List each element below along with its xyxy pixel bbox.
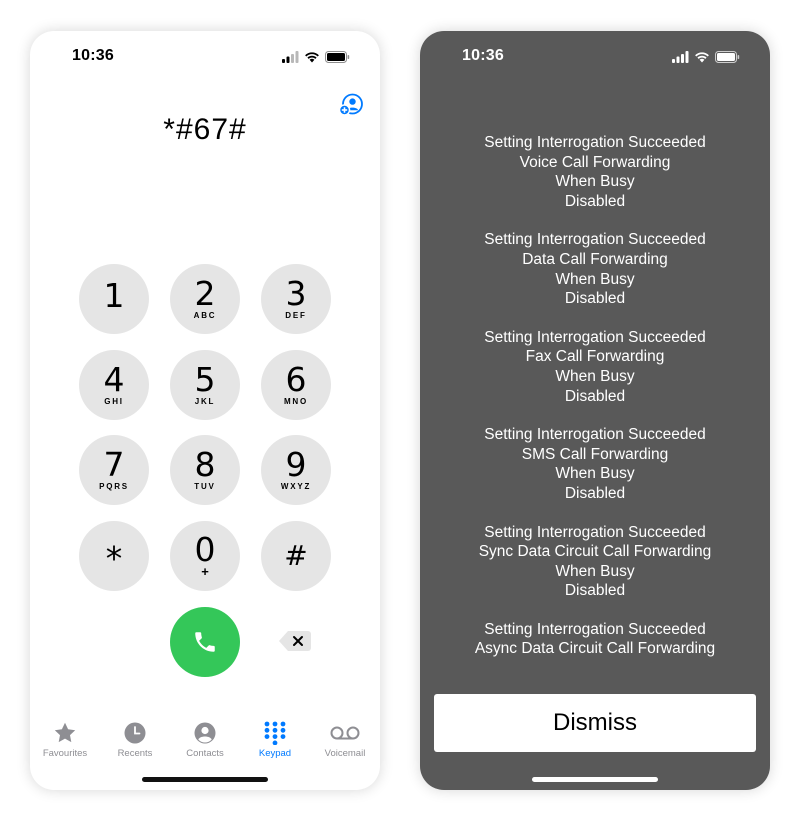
key-letters: GHI: [104, 397, 124, 406]
message-line: When Busy: [555, 465, 635, 483]
result-message: Setting Interrogation Succeeded Fax Call…: [420, 328, 770, 406]
wifi-icon: [305, 52, 319, 63]
message-line: SMS Call Forwarding: [521, 445, 669, 463]
key-digit: 6: [285, 360, 307, 399]
mmi-result-screen: 10:36 Setting Interrogation Succeeded Vo…: [420, 31, 770, 790]
result-message: Setting Interrogation Succeeded Voice Ca…: [420, 133, 770, 211]
key-4[interactable]: 4 GHI: [79, 350, 149, 420]
key-digit: 9: [285, 445, 307, 484]
key-letters: PQRS: [99, 482, 129, 491]
key-star[interactable]: *: [79, 521, 149, 591]
status-time: 10:36: [72, 47, 114, 64]
keypad-icon: [264, 721, 286, 745]
key-hash[interactable]: #: [261, 521, 331, 591]
message-line: Disabled: [564, 290, 626, 308]
message-line: Disabled: [564, 484, 626, 502]
message-line: Data Call Forwarding: [522, 250, 668, 268]
message-line: Async Data Circuit Call Forwarding: [474, 640, 716, 657]
key-letters: JKL: [194, 397, 216, 406]
message-line: Sync Data Circuit Call Forwarding: [478, 543, 712, 561]
key-letters: TUV: [194, 482, 216, 491]
dialed-number: *#67#: [163, 113, 247, 146]
wifi-icon: [695, 52, 709, 63]
key-7[interactable]: 7 PQRS: [79, 435, 149, 505]
message-line: Setting Interrogation Succeeded: [484, 523, 706, 541]
phone-icon: [195, 632, 215, 652]
key-digit: 2: [194, 274, 216, 313]
tab-contacts[interactable]: Contacts: [170, 721, 240, 759]
result-message: Setting Interrogation Succeeded Sync Dat…: [420, 523, 770, 601]
call-button[interactable]: [170, 607, 240, 677]
result-message-list[interactable]: Setting Interrogation Succeeded Voice Ca…: [420, 133, 770, 657]
message-line: Setting Interrogation Succeeded: [484, 328, 706, 346]
key-digit: 4: [103, 360, 125, 399]
message-line: When Busy: [555, 562, 635, 580]
key-0[interactable]: 0 +: [170, 521, 240, 591]
key-3[interactable]: 3 DEF: [261, 264, 331, 334]
status-icons: [282, 50, 350, 64]
result-message: Setting Interrogation Succeeded Data Cal…: [420, 230, 770, 308]
message-line: When Busy: [555, 173, 635, 191]
home-indicator[interactable]: [532, 777, 658, 782]
dismiss-button[interactable]: Dismiss: [434, 694, 756, 752]
message-line: When Busy: [555, 270, 635, 288]
message-line: Voice Call Forwarding: [519, 153, 671, 171]
battery-icon: [715, 51, 740, 63]
tab-keypad[interactable]: Keypad: [240, 721, 310, 759]
voicemail-icon: [330, 726, 360, 740]
key-digit: 3: [285, 274, 307, 313]
key-letters: DEF: [285, 311, 307, 320]
key-digit: 0: [194, 530, 216, 569]
message-line: Setting Interrogation Succeeded: [484, 231, 706, 249]
key-letters: ABC: [193, 311, 217, 320]
message-line: Setting Interrogation Succeeded: [484, 620, 706, 638]
key-8[interactable]: 8 TUV: [170, 435, 240, 505]
key-letters: WXYZ: [280, 482, 312, 491]
key-1[interactable]: 1: [79, 264, 149, 334]
tab-label: Keypad: [258, 748, 292, 759]
tab-label: Favourites: [42, 748, 88, 759]
tab-favourites[interactable]: Favourites: [30, 721, 100, 759]
tab-bar: Favourites Recents Contacts Keypad Voice…: [30, 721, 380, 761]
tab-label: Contacts: [186, 748, 224, 759]
key-letters: MNO: [283, 397, 309, 406]
tab-voicemail[interactable]: Voicemail: [310, 721, 380, 759]
backspace-icon: [279, 631, 311, 651]
message-line: Setting Interrogation Succeeded: [484, 426, 706, 444]
message-line: Fax Call Forwarding: [525, 348, 665, 366]
key-9[interactable]: 9 WXYZ: [261, 435, 331, 505]
key-digit: 8: [194, 445, 216, 484]
key-digit: #: [284, 539, 308, 572]
message-line: Setting Interrogation Succeeded: [484, 134, 706, 151]
tab-label: Voicemail: [324, 748, 366, 759]
status-icons: [672, 50, 740, 64]
key-digit: 5: [194, 360, 216, 399]
key-letters: +: [201, 564, 209, 579]
key-5[interactable]: 5 JKL: [170, 350, 240, 420]
result-message: Setting Interrogation Succeeded SMS Call…: [420, 425, 770, 503]
result-message: Setting Interrogation Succeeded Async Da…: [420, 620, 770, 657]
delete-button[interactable]: [278, 629, 312, 653]
key-2[interactable]: 2 ABC: [170, 264, 240, 334]
signal-icon: [282, 51, 299, 63]
status-time: 10:36: [462, 47, 504, 64]
dialer-screen: 10:36 *#67# 1 2 ABC 3 DEF 4 GHI 5 JKL 6 …: [30, 31, 380, 790]
clock-icon: [124, 722, 146, 744]
message-line: When Busy: [555, 367, 635, 385]
tab-label: Recents: [117, 748, 153, 759]
message-line: Disabled: [564, 582, 626, 600]
tab-recents[interactable]: Recents: [100, 721, 170, 759]
home-indicator[interactable]: [142, 777, 268, 782]
key-digit: *: [105, 539, 123, 578]
signal-icon: [672, 51, 689, 63]
key-6[interactable]: 6 MNO: [261, 350, 331, 420]
star-icon: [54, 722, 76, 743]
message-line: Disabled: [564, 387, 626, 405]
person-icon: [194, 722, 216, 744]
key-digit: 7: [103, 445, 125, 484]
message-line: Disabled: [564, 192, 626, 210]
key-digit: 1: [103, 276, 125, 315]
battery-icon: [325, 51, 350, 63]
